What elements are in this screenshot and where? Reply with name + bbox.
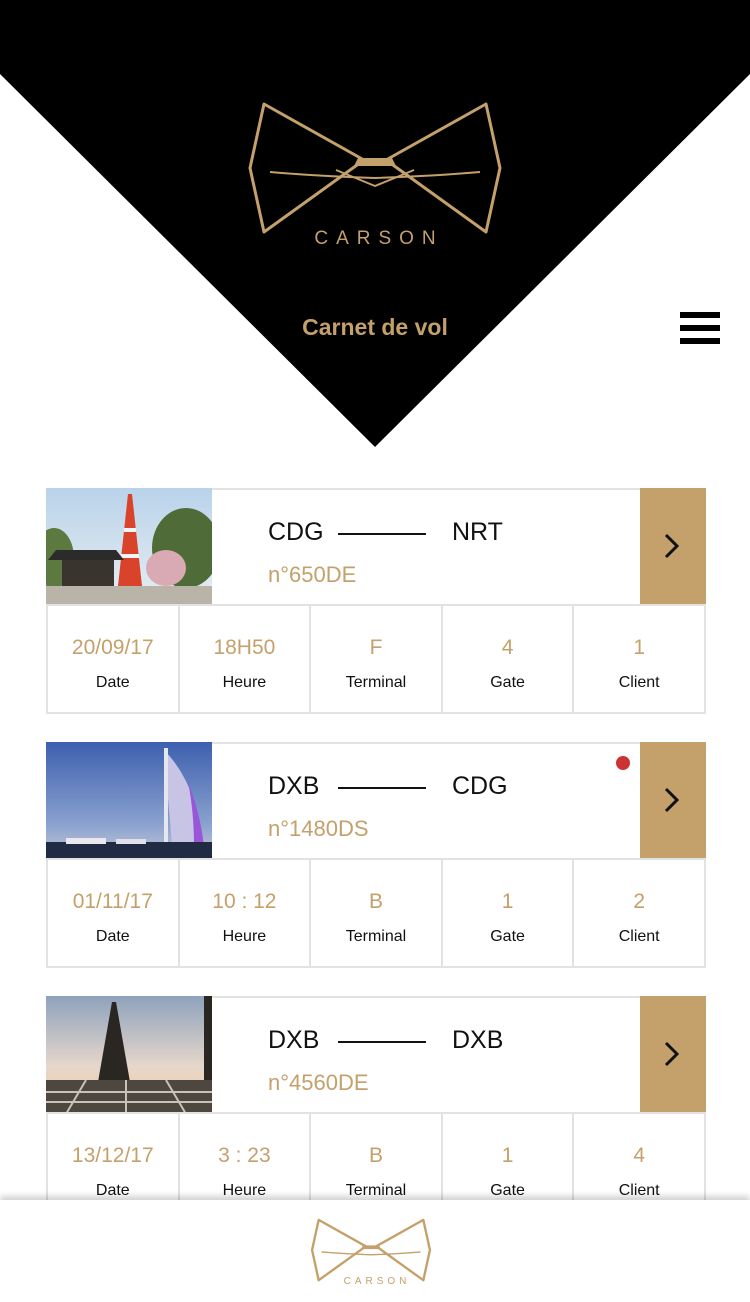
flight-route: CDG NRT [268, 518, 528, 548]
stat-value: B [368, 1144, 383, 1167]
menu-bar [680, 312, 720, 318]
stat-value: 1 [501, 890, 514, 913]
route-line [338, 1041, 426, 1043]
open-flight-button[interactable] [640, 996, 706, 1114]
flight-card-header: DXB CDG n°1480DS [46, 742, 706, 860]
stat-label: Gate [490, 674, 525, 691]
flight-card: DXB CDG n°1480DS 01/11/17 Date 10 : 12 Heu… [46, 742, 706, 968]
departure-airport: CDG [268, 518, 324, 546]
flight-card: CDG NRT n°650DE 20/09/17 Date 18H50 Heure … [46, 488, 706, 714]
stat-label: Heure [222, 674, 267, 691]
stat-label: Date [95, 674, 130, 691]
stat-value: 3 : 23 [218, 1144, 271, 1167]
chevron-right-icon [664, 787, 680, 813]
stat-terminal: F Terminal [309, 604, 443, 714]
flight-card-header: CDG NRT n°650DE [46, 488, 706, 606]
tokyo-tower-photo [46, 488, 212, 606]
carson-bowtie-logo[interactable] [310, 1218, 432, 1284]
stat-value: 2 [633, 890, 646, 913]
menu-bar [680, 338, 720, 344]
stat-client: 1 Client [572, 604, 706, 714]
stat-gate: 1 Gate [440, 858, 575, 968]
stat-value: 4 [501, 636, 514, 659]
stat-label: Heure [222, 928, 267, 945]
chevron-right-icon [664, 1041, 680, 1067]
stat-label: Terminal [345, 928, 407, 945]
chevron-right-icon [664, 533, 680, 559]
flight-number: n°1480DS [268, 816, 369, 841]
open-flight-button[interactable] [640, 742, 706, 860]
stat-label: Terminal [345, 1182, 407, 1199]
stat-date: 01/11/17 Date [46, 858, 180, 968]
notification-dot [616, 756, 630, 770]
stat-value: F [369, 636, 383, 659]
stat-value: 01/11/17 [72, 890, 153, 913]
stat-date: 20/09/17 Date [46, 604, 180, 714]
stat-label: Gate [490, 928, 525, 945]
burj-al-arab-photo [46, 742, 212, 860]
stat-label: Client [618, 928, 660, 945]
stat-value: 18H50 [213, 636, 276, 659]
brand-name: CARSON [314, 228, 444, 249]
arrival-airport: DXB [452, 1026, 504, 1054]
hamburger-menu-icon[interactable] [676, 308, 724, 348]
stat-label: Date [95, 928, 130, 945]
arrival-airport: CDG [452, 772, 508, 800]
flight-stats: 20/09/17 Date 18H50 Heure F Terminal 4 Gate … [46, 604, 706, 714]
stat-client: 2 Client [572, 858, 706, 968]
stat-label: Heure [222, 1182, 267, 1199]
stat-time: 18H50 Heure [177, 604, 312, 714]
stat-value: B [368, 890, 383, 913]
menu-bar [680, 325, 720, 331]
stat-value: 1 [501, 1144, 514, 1167]
flight-route: DXB DXB [268, 1026, 528, 1056]
stat-label: Gate [490, 1182, 525, 1199]
stat-value: 4 [633, 1144, 646, 1167]
eiffel-tower-photo [46, 996, 212, 1114]
route-line [338, 533, 426, 535]
page-title: Carnet de vol [302, 314, 448, 340]
open-flight-button[interactable] [640, 488, 706, 606]
flight-number: n°4560DE [268, 1070, 369, 1095]
departure-airport: DXB [268, 1026, 320, 1054]
departure-airport: DXB [268, 772, 320, 800]
footer-bar: CARSON [0, 1200, 750, 1302]
flight-stats: 01/11/17 Date 10 : 12 Heure B Terminal 1 Gat… [46, 858, 706, 968]
route-line [338, 787, 426, 789]
stat-terminal: B Terminal [309, 858, 443, 968]
flight-number: n°650DE [268, 562, 357, 587]
flight-card: DXB DXB n°4560DE 13/12/17 Date 3 : 23 Heur… [46, 996, 706, 1222]
stat-label: Client [618, 1182, 660, 1199]
stat-label: Date [95, 1182, 130, 1199]
stat-label: Client [618, 674, 660, 691]
stat-label: Terminal [345, 674, 407, 691]
stat-value: 20/09/17 [71, 636, 154, 659]
footer-brand-name: CARSON [343, 1276, 411, 1287]
flight-card-header: DXB DXB n°4560DE [46, 996, 706, 1114]
stat-value: 1 [633, 636, 646, 659]
stat-gate: 4 Gate [440, 604, 575, 714]
stat-value: 10 : 12 [212, 890, 277, 913]
flight-route: DXB CDG [268, 772, 528, 802]
arrival-airport: NRT [452, 518, 503, 546]
stat-value: 13/12/17 [71, 1144, 154, 1167]
stat-time: 10 : 12 Heure [177, 858, 312, 968]
